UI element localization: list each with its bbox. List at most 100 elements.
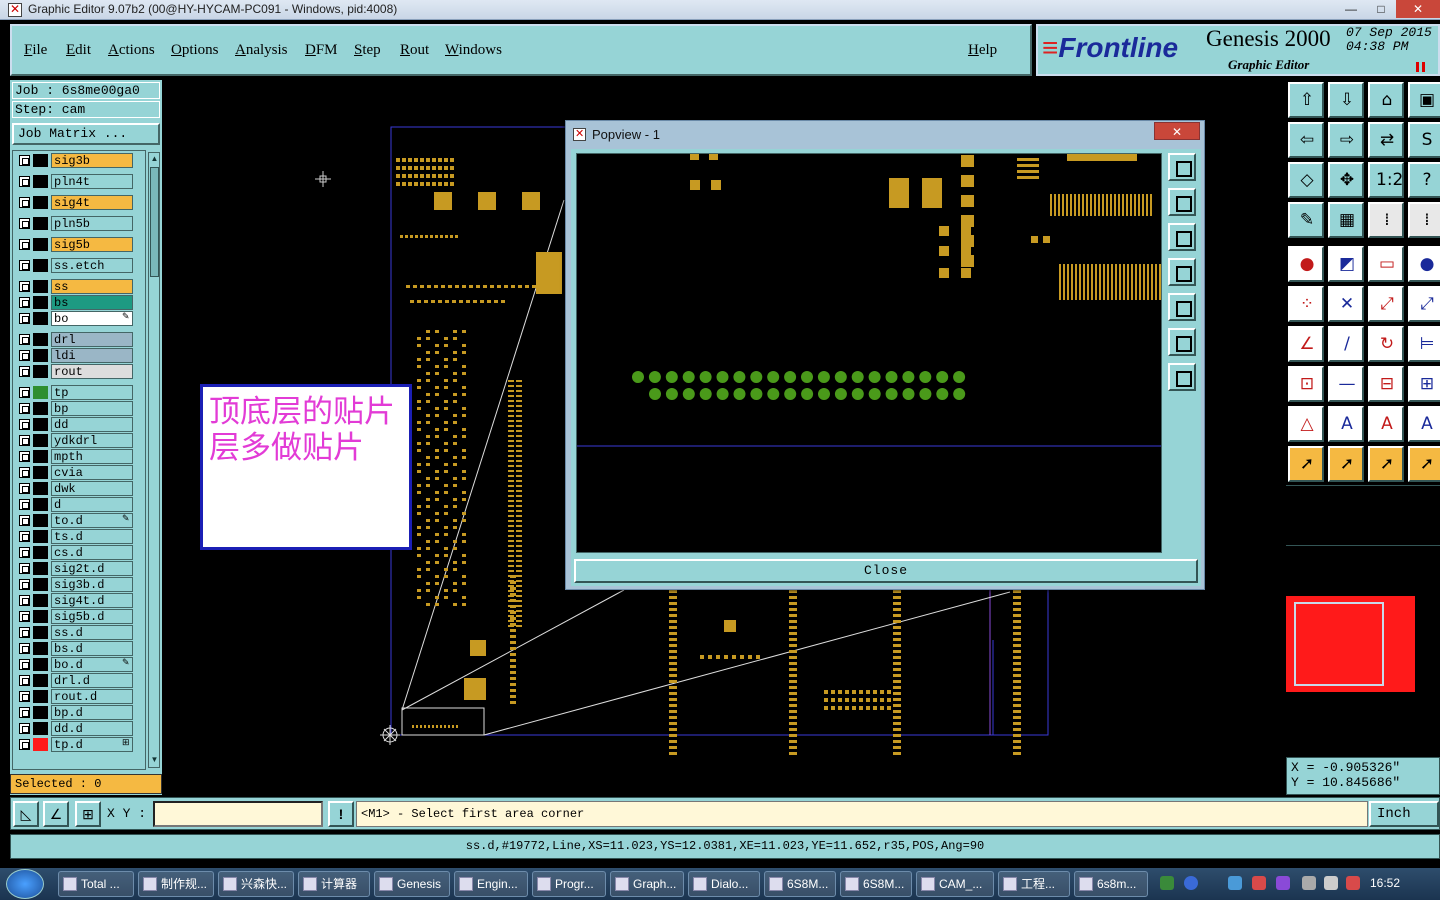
layer-color-swatch[interactable] [33,706,48,719]
layer-name[interactable]: bp.d [51,705,133,720]
layer-checkbox[interactable] [19,451,30,462]
menu-edit[interactable]: Edit [66,42,91,59]
layer-color-swatch[interactable] [33,722,48,735]
layer-row[interactable]: sig5b.d [16,609,143,624]
layer-color-swatch[interactable] [33,386,48,399]
layer-row[interactable]: ldi [16,348,143,363]
layer-row[interactable]: rout [16,364,143,379]
snap-mode-icon[interactable]: ◺ [13,801,39,827]
menu-help[interactable]: Help [968,42,997,59]
tray-network-icon[interactable] [1228,876,1242,890]
layer-checkbox[interactable] [19,723,30,734]
layer-checkbox[interactable] [19,334,30,345]
swap-icon-button[interactable]: ⇄ [1368,122,1404,158]
layer-red-icon-button[interactable]: ⁞ [1368,202,1404,238]
menu-analysis[interactable]: Analysis [235,42,288,59]
layer-checkbox[interactable] [19,483,30,494]
select-arrow-icon-button[interactable]: ➚ [1328,446,1364,482]
layer-row[interactable]: sig4t.d [16,593,143,608]
ruler-icon-button[interactable]: ▭ [1368,246,1404,282]
layer-row[interactable]: dd [16,417,143,432]
layer-checkbox[interactable] [19,403,30,414]
layer-checkbox[interactable] [19,297,30,308]
window-icon-button[interactable]: ▣ [1408,82,1440,118]
layer-color-swatch[interactable] [33,259,48,272]
layer-checkbox[interactable] [19,260,30,271]
snap-icon-button[interactable]: S [1408,122,1440,158]
layer-row[interactable]: bo.d ✎ [16,657,143,672]
xy-input[interactable] [153,801,323,827]
surface-icon-button[interactable]: ◩ [1328,246,1364,282]
layer-name[interactable]: sig4t [51,195,133,210]
rotate-icon-button[interactable]: ↻ [1368,326,1404,362]
layer-row[interactable]: sig4t [16,195,143,210]
layer-color-swatch[interactable] [33,610,48,623]
layer-name[interactable]: sig5b.d [51,609,133,624]
maximize-button[interactable]: □ [1366,0,1396,18]
layer-checkbox[interactable] [19,595,30,606]
text-icon-button[interactable]: A [1328,406,1364,442]
layer-color-swatch[interactable] [33,482,48,495]
grid-mode-icon[interactable]: ⊞ [75,801,101,827]
triangle-icon-button[interactable]: △ [1288,406,1324,442]
overview-map[interactable] [1286,596,1415,692]
layer-list-scrollbar[interactable]: ▲ ▼ [148,152,160,768]
layer-name[interactable]: drl [51,332,133,347]
layer-checkbox[interactable] [19,611,30,622]
layer-name[interactable]: bo.d [51,657,133,672]
tray-volume-icon[interactable] [1324,876,1338,890]
layer-row[interactable]: to.d ✎ [16,513,143,528]
layer-color-swatch[interactable] [33,434,48,447]
layer-checkbox[interactable] [19,563,30,574]
layer-row[interactable]: ss.d [16,625,143,640]
layer-name[interactable]: sig5b [51,237,133,252]
pan-left-icon-button[interactable]: ⇦ [1288,122,1324,158]
taskbar-task[interactable]: Progr... [532,871,606,897]
layer-checkbox[interactable] [19,643,30,654]
group-icon-button[interactable]: ⊞ [1408,366,1440,402]
layer-row[interactable]: sig5b [16,237,143,252]
home-icon-button[interactable]: ⌂ [1368,82,1404,118]
layer-row[interactable]: rout.d [16,689,143,704]
layer-row[interactable]: sig2t.d [16,561,143,576]
layer-row[interactable]: ts.d [16,529,143,544]
layer-name[interactable]: sig3b [51,153,133,168]
alert-icon[interactable]: ! [328,801,354,827]
popview-pan-down-icon[interactable] [1168,223,1196,251]
layer-name[interactable]: ts.d [51,529,133,544]
popview-pan-left-icon[interactable] [1168,258,1196,286]
scale-icon-button[interactable]: 1:2 [1368,162,1404,198]
layer-name[interactable]: bs [51,295,133,310]
layer-name[interactable]: rout [51,364,133,379]
layer-checkbox[interactable] [19,155,30,166]
layer-name[interactable]: pln4t [51,174,133,189]
layer-checkbox[interactable] [19,239,30,250]
layer-checkbox[interactable] [19,350,30,361]
layer-color-swatch[interactable] [33,175,48,188]
layer-checkbox[interactable] [19,675,30,686]
popview-zoom-icon[interactable] [1168,153,1196,181]
layer-name[interactable]: dd [51,417,133,432]
layer-color-swatch[interactable] [33,418,48,431]
layer-row[interactable]: tp.d ⊞ [16,737,143,752]
popview-fit-icon[interactable] [1168,328,1196,356]
layer-checkbox[interactable] [19,467,30,478]
layer-row[interactable]: pln5b [16,216,143,231]
layer-row[interactable]: cvia [16,465,143,480]
layer-checkbox[interactable] [19,579,30,590]
tray-flag-icon[interactable] [1346,876,1360,890]
layer-color-swatch[interactable] [33,365,48,378]
layer-color-swatch[interactable] [33,333,48,346]
popview-close-button[interactable]: Close [574,559,1198,583]
tray-skype-icon[interactable] [1160,876,1174,890]
zoom-down-icon-button[interactable]: ⇩ [1328,82,1364,118]
resize-icon-button[interactable]: ⊟ [1368,366,1404,402]
popview-pan-right-icon[interactable] [1168,293,1196,321]
layer-name[interactable]: to.d [51,513,133,528]
pan-right-icon-button[interactable]: ⇨ [1328,122,1364,158]
popview-canvas[interactable] [576,153,1162,553]
layer-checkbox[interactable] [19,531,30,542]
layer-row[interactable]: d [16,497,143,512]
layer-row[interactable]: bp [16,401,143,416]
layer-checkbox[interactable] [19,197,30,208]
